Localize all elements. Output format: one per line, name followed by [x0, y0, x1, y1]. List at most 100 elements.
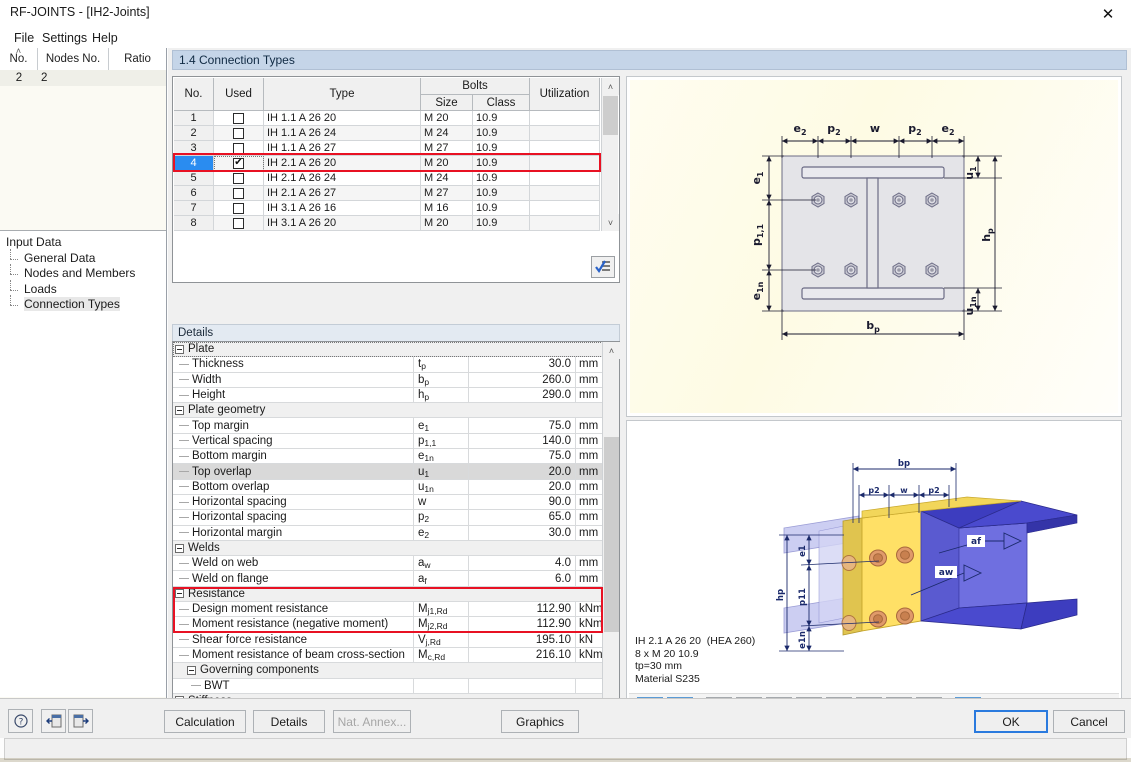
used-checkbox[interactable] [214, 126, 264, 141]
details-item-row[interactable]: Weld on web a w 4.0 mm [173, 556, 603, 572]
details-row-value[interactable]: 195.10 [468, 632, 575, 647]
plate-drawing-panel[interactable]: e2 p2 w p2 e2 e1 p1,1 e1n u1 u1n hp bp [626, 76, 1122, 417]
details-item-row[interactable]: Vertical spacing p 1,1 140.0 mm [173, 433, 603, 450]
scrollbar-thumb[interactable] [603, 96, 618, 135]
calculation-button[interactable]: Calculation [164, 710, 246, 733]
cancel-button[interactable]: Cancel [1053, 710, 1125, 733]
details-scrollbar-thumb[interactable] [604, 437, 619, 632]
connection-table-scrollbar[interactable]: ˄ ˅ [601, 78, 619, 231]
used-checkbox[interactable] [214, 111, 264, 126]
column-header-used[interactable]: Used [214, 78, 264, 111]
details-item-row[interactable]: Horizontal spacing w 90.0 mm [173, 494, 603, 511]
details-group-row[interactable]: Plate [173, 342, 603, 358]
details-group-row[interactable]: Plate geometry [173, 403, 603, 419]
table-row[interactable]: 3 IH 1.1 A 26 27 M 27 10.9 [174, 141, 600, 156]
details-item-row[interactable]: Horizontal spacing p 2 65.0 mm [173, 510, 603, 526]
details-item-row[interactable]: Moment resistance (negative moment) Mj2,R… [173, 617, 603, 633]
column-header-bolts[interactable]: Bolts [421, 78, 530, 95]
details-item-row[interactable]: Top margin e 1 75.0 mm [173, 418, 603, 434]
details-item-row[interactable]: Weld on flange a f 6.0 mm [173, 571, 603, 587]
details-row-value[interactable]: 4.0 [468, 556, 575, 571]
details-row-value[interactable]: 30.0 [468, 357, 575, 372]
collapse-expander-icon[interactable] [187, 665, 196, 675]
collapse-expander-icon[interactable] [175, 344, 184, 354]
details-item-row[interactable]: Bottom margin e 1n 75.0 mm [173, 449, 603, 465]
ok-button[interactable]: OK [974, 710, 1048, 733]
details-item-row[interactable]: BWT [173, 678, 603, 694]
details-item-row[interactable]: Shear force resistance Vj,Rd 195.10 kN [173, 632, 603, 648]
used-checkbox[interactable] [214, 171, 264, 186]
used-checkbox[interactable] [214, 216, 264, 231]
details-row-value[interactable]: 260.0 [468, 372, 575, 387]
details-row-symbol: u 1n [413, 479, 468, 494]
table-row[interactable]: 5 IH 2.1 A 26 24 M 24 10.9 [174, 171, 600, 186]
details-item-row[interactable]: Height h p 290.0 mm [173, 387, 603, 404]
menu-item-help[interactable]: Help [86, 30, 124, 47]
sidebar-item-connection-types[interactable]: Connection Types [6, 295, 166, 313]
tree-root-input-data[interactable]: Input Data [6, 235, 166, 251]
collapse-expander-icon[interactable] [175, 589, 184, 599]
used-checkbox[interactable]: ✔ [214, 156, 264, 171]
sidebar-item-nodes-and-members[interactable]: Nodes and Members [6, 264, 166, 282]
col-no[interactable]: ˄ No. [0, 46, 38, 70]
table-row[interactable]: 2 IH 1.1 A 26 24 M 24 10.9 [174, 126, 600, 141]
sidebar-item-general-data[interactable]: General Data [6, 248, 166, 267]
details-row-value[interactable]: 290.0 [468, 387, 575, 403]
scroll-up-icon[interactable]: ˄ [602, 78, 619, 95]
details-item-row[interactable]: Design moment resistance Mj1,Rd 112.90 kNm [173, 602, 603, 618]
column-header-no[interactable]: No. [174, 78, 214, 111]
details-row-value[interactable] [468, 678, 575, 693]
details-item-row[interactable]: Horizontal margin e 2 30.0 mm [173, 525, 603, 541]
column-header-class[interactable]: Class [473, 95, 530, 111]
previous-panel-icon[interactable] [41, 709, 66, 733]
details-row-value[interactable]: 90.0 [468, 494, 575, 510]
details-item-row[interactable]: Width b p 260.0 mm [173, 372, 603, 388]
column-header-type[interactable]: Type [264, 78, 421, 111]
used-checkbox[interactable] [214, 186, 264, 201]
details-row-value[interactable]: 112.90 [468, 602, 575, 617]
details-row-value[interactable]: 75.0 [468, 418, 575, 433]
details-scrollbar[interactable]: ˄ ˅ [602, 342, 620, 725]
column-header-utilization[interactable]: Utilization [530, 78, 600, 111]
table-row[interactable]: 8 IH 3.1 A 26 20 M 20 10.9 [174, 216, 600, 231]
details-row-value[interactable]: 6.0 [468, 571, 575, 586]
details-group-row[interactable]: Welds [173, 540, 603, 557]
column-header-size[interactable]: Size [421, 95, 473, 111]
collapse-expander-icon[interactable] [175, 543, 184, 553]
details-row-value[interactable]: 216.10 [468, 647, 575, 663]
details-group-row[interactable]: Resistance [173, 586, 603, 603]
used-checkbox[interactable] [214, 141, 264, 156]
table-row[interactable]: 1 IH 1.1 A 26 20 M 20 10.9 [174, 111, 600, 126]
details-row-value[interactable]: 75.0 [468, 449, 575, 464]
joint-3d-panel[interactable]: bp p2 w p2 hp e1 p11 e1n af aw IH 2.1 A … [626, 420, 1122, 726]
select-list-icon[interactable] [591, 256, 615, 278]
details-row-value[interactable]: 30.0 [468, 525, 575, 540]
close-icon[interactable]: ✕ [1085, 0, 1131, 28]
scroll-down-icon[interactable]: ˅ [602, 214, 619, 231]
details-scroll-up-icon[interactable]: ˄ [603, 342, 620, 359]
col-ratio[interactable]: Ratio [109, 48, 166, 70]
col-nodes-no[interactable]: Nodes No. [38, 48, 109, 70]
collapse-expander-icon[interactable] [175, 405, 184, 415]
details-row-value[interactable]: 20.0 [468, 464, 575, 479]
details-row-value[interactable]: 140.0 [468, 433, 575, 449]
menu-item-settings[interactable]: Settings [36, 30, 93, 47]
graphics-button[interactable]: Graphics [501, 710, 579, 733]
details-item-row[interactable]: Moment resistance of beam cross-section M… [173, 647, 603, 664]
details-item-row[interactable]: Thickness t p 30.0 mm [173, 357, 603, 373]
sidebar-item-loads[interactable]: Loads [6, 279, 166, 298]
details-button[interactable]: Details [253, 710, 325, 733]
table-row[interactable]: 6 IH 2.1 A 26 27 M 27 10.9 [174, 186, 600, 201]
table-row[interactable]: 2 2 [0, 70, 166, 86]
details-item-row[interactable]: Top overlap u 1 20.0 mm [173, 464, 603, 480]
details-item-row[interactable]: Bottom overlap u 1n 20.0 mm [173, 479, 603, 495]
details-row-value[interactable]: 65.0 [468, 510, 575, 525]
table-row[interactable]: 7 IH 3.1 A 26 16 M 16 10.9 [174, 201, 600, 216]
table-row[interactable]: 4 ✔ IH 2.1 A 26 20 M 20 10.9 [174, 156, 600, 171]
next-panel-icon[interactable] [68, 709, 93, 733]
used-checkbox[interactable] [214, 201, 264, 216]
details-row-value[interactable]: 112.90 [468, 617, 575, 632]
details-row-value[interactable]: 20.0 [468, 479, 575, 494]
question-icon[interactable]: ? [8, 709, 33, 733]
details-group-row[interactable]: Governing components [173, 663, 603, 679]
